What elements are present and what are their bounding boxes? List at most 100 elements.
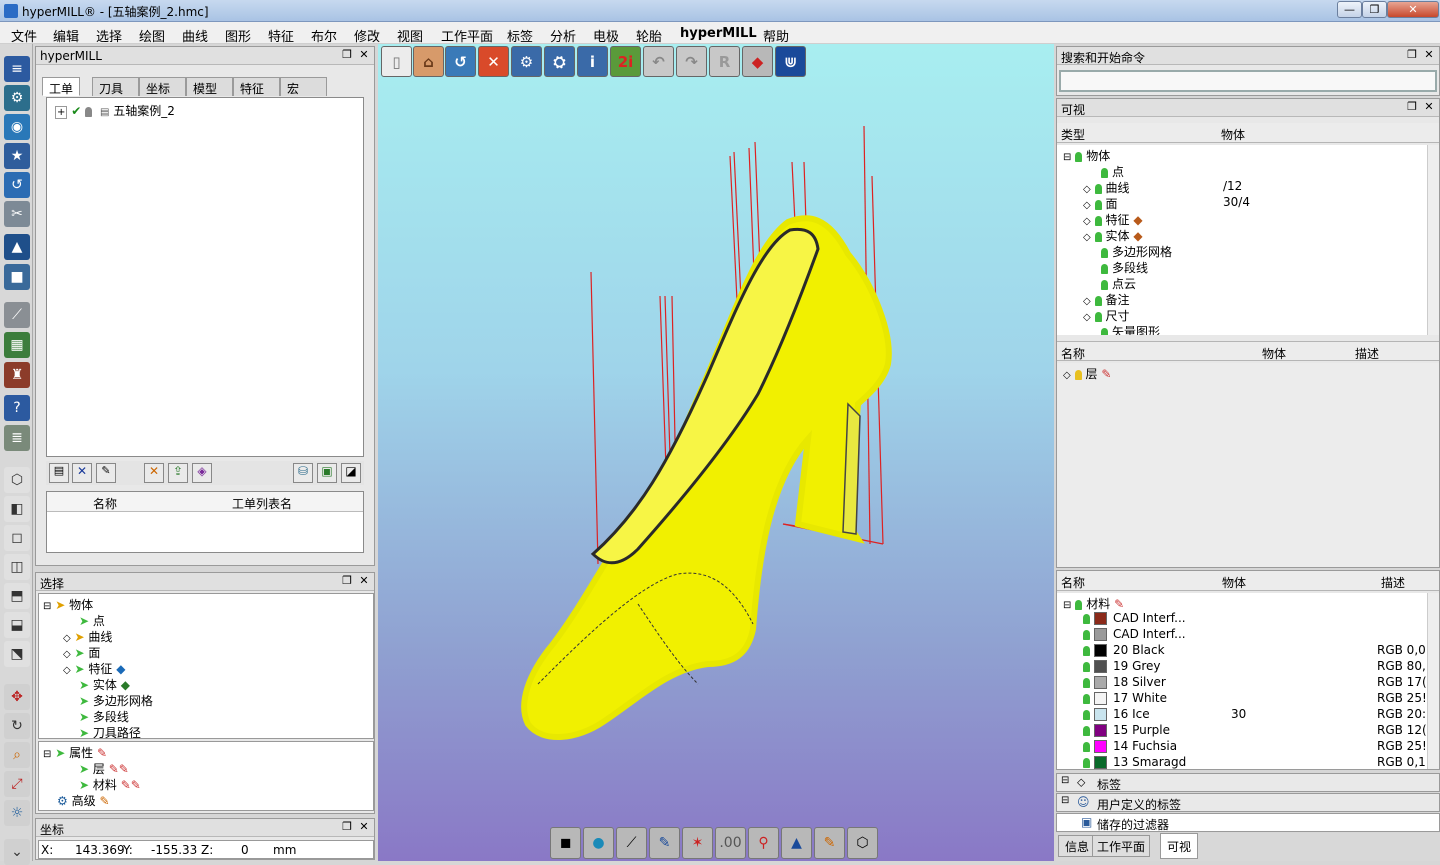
material-item[interactable]: 16 Ice 30 RGB 20: (1083, 707, 1426, 723)
vis-item[interactable]: ◇ 特征 ◆ (1083, 211, 1143, 227)
dock-icon[interactable]: ❐ (340, 574, 354, 587)
material-root[interactable]: ⊟ 材料 ✎ (1063, 595, 1124, 611)
probe-icon[interactable]: ⚲ (748, 827, 779, 859)
calc-icon[interactable]: ✕ (144, 463, 164, 483)
job-list-btn-icon[interactable]: ▤ (49, 463, 69, 483)
doc-icon[interactable]: ≣ (4, 425, 30, 451)
fit-icon[interactable]: ⤢ (4, 771, 30, 797)
image-icon[interactable]: ▣ (317, 463, 337, 483)
tag-row[interactable]: ⊟ ⬦ 标签 (1056, 773, 1440, 792)
col-joblist[interactable]: 工单列表名 (232, 495, 292, 512)
filter-row[interactable]: ▣ 储存的过滤器 (1056, 813, 1440, 832)
col-desc[interactable]: 描述 (1381, 574, 1405, 591)
light-icon[interactable]: ☼ (4, 800, 30, 826)
col-desc[interactable]: 描述 (1355, 345, 1379, 362)
vis-item[interactable]: ◇ 备注 (1083, 291, 1130, 307)
redo-icon[interactable]: ↷ (676, 46, 707, 77)
material-item[interactable]: 14 Fuchsia RGB 25! (1083, 739, 1427, 755)
view-wire-icon[interactable]: ⬓ (4, 612, 30, 638)
view-iso-icon[interactable]: ⬡ (4, 467, 30, 493)
pan-icon[interactable]: ✥ (4, 684, 30, 710)
collapse-icon[interactable]: ⊟ (1061, 795, 1069, 806)
wrench-icon[interactable]: ⟋ (4, 302, 30, 328)
select-item[interactable]: ◇ ➤ 面 (63, 644, 100, 660)
mesh-icon[interactable]: ⬡ (847, 827, 878, 859)
menu-help[interactable]: 帮助 (763, 26, 789, 45)
col-type[interactable]: 类型 (1061, 126, 1085, 143)
minimize-button[interactable]: — (1337, 1, 1362, 18)
panel-close-icon[interactable]: ✕ (357, 48, 371, 61)
tool-icon[interactable]: ⚙ (4, 85, 30, 111)
undo-path-icon[interactable]: ↺ (4, 172, 30, 198)
select-item[interactable]: ➤ 实体 ◆ (79, 676, 130, 692)
collapse-icon[interactable]: ⊟ (1063, 600, 1071, 611)
prop-item[interactable]: ➤ 材料 ✎✎ (79, 776, 141, 792)
col-object[interactable]: 物体 (1262, 345, 1286, 362)
tab-workplane[interactable]: 工作平面 (1092, 835, 1151, 857)
vis-item[interactable]: ◇ 实体 ◆ (1083, 227, 1143, 243)
material-item[interactable]: 18 Silver RGB 17( (1083, 675, 1427, 691)
dock-icon[interactable]: ❐ (1405, 48, 1419, 61)
open-icon[interactable]: ⌂ (413, 46, 444, 77)
menu-analysis[interactable]: 分析 (550, 26, 576, 45)
help-icon[interactable]: ? (4, 395, 30, 421)
panel-close-icon[interactable]: ✕ (357, 574, 371, 587)
menu-file[interactable]: 文件 (11, 26, 37, 45)
col-name[interactable]: 名称 (93, 495, 117, 512)
menu-feature[interactable]: 特征 (268, 26, 294, 45)
prop-item[interactable]: ⚙ 高级 ✎ (57, 792, 110, 808)
collapse-icon[interactable]: ⊟ (1061, 775, 1069, 786)
tab-models[interactable]: 模型 (186, 77, 233, 96)
menu-draw[interactable]: 绘图 (139, 26, 165, 45)
expand-icon[interactable]: ◇ (1083, 200, 1091, 211)
new-file-icon[interactable]: ▯ (381, 46, 412, 77)
material-item[interactable]: 15 Purple RGB 12( (1083, 723, 1427, 739)
select-item[interactable]: ➤ 刀具路径 (79, 724, 141, 740)
stock-icon[interactable]: ▲ (4, 234, 30, 260)
expand-icon[interactable]: ◇ (1083, 296, 1091, 307)
menu-tag[interactable]: 标签 (507, 26, 533, 45)
graphics-viewport[interactable] (378, 44, 1054, 861)
feature-icon[interactable]: ★ (4, 143, 30, 169)
menu-curve[interactable]: 曲线 (182, 26, 208, 45)
collapse-icon[interactable]: ⊟ (1063, 152, 1071, 163)
vis-item[interactable]: ◇ 曲线/12 (1083, 179, 1423, 195)
expand-icon[interactable]: ◇ (1083, 216, 1091, 227)
tab-jobs[interactable]: 工单 (42, 77, 81, 96)
tab-tools[interactable]: 刀具 (92, 77, 139, 96)
repeat-icon[interactable]: R (709, 46, 740, 77)
menu-tire[interactable]: 轮胎 (636, 26, 662, 45)
maximize-button[interactable]: ❐ (1362, 1, 1387, 18)
collapse-icon[interactable]: ⊟ (43, 749, 51, 760)
view-shaded-icon[interactable]: ◧ (4, 496, 30, 522)
pencil-icon[interactable]: ✎ (814, 827, 845, 859)
menu-electrode[interactable]: 电极 (593, 26, 619, 45)
prop-item[interactable]: ➤ 层 ✎✎ (79, 760, 129, 776)
expand-icon[interactable]: ◇ (63, 633, 71, 644)
sphere-icon[interactable]: ● (583, 827, 614, 859)
select-item[interactable]: ➤ 多段线 (79, 708, 129, 724)
undo-icon[interactable]: ↶ (643, 46, 674, 77)
panel-close-icon[interactable]: ✕ (1422, 100, 1436, 113)
simulate-icon[interactable]: ✂ (4, 201, 30, 227)
menu-edit[interactable]: 编辑 (53, 26, 79, 45)
tab-features[interactable]: 特征 (233, 77, 280, 96)
measure-icon[interactable]: .00 (715, 827, 746, 859)
select-item[interactable]: ➤ 多边形网格 (79, 692, 153, 708)
settings-icon[interactable]: ⚙ (511, 46, 542, 77)
col-name[interactable]: 名称 (1061, 345, 1085, 362)
vis-item[interactable]: 多段线 (1101, 259, 1148, 275)
select-root[interactable]: ⊟ ➤ 物体 (43, 596, 93, 612)
select-item[interactable]: ➤ 点 (79, 612, 105, 628)
material-item[interactable]: 17 White RGB 25! (1083, 691, 1427, 707)
select-item[interactable]: ◇ ➤ 特征 ◆ (63, 660, 126, 676)
line-icon[interactable]: ⟋ (616, 827, 647, 859)
menu-select[interactable]: 选择 (96, 26, 122, 45)
model-icon[interactable]: ■ (4, 264, 30, 290)
more-icon[interactable]: ⌄ (4, 839, 30, 865)
chart-icon[interactable]: ◪ (341, 463, 361, 483)
expand-icon[interactable]: ◇ (63, 649, 71, 660)
brush-tool-icon[interactable]: ✎ (649, 827, 680, 859)
select-item[interactable]: ◇ ➤ 曲线 (63, 628, 112, 644)
close-button[interactable]: ✕ (1387, 1, 1439, 18)
